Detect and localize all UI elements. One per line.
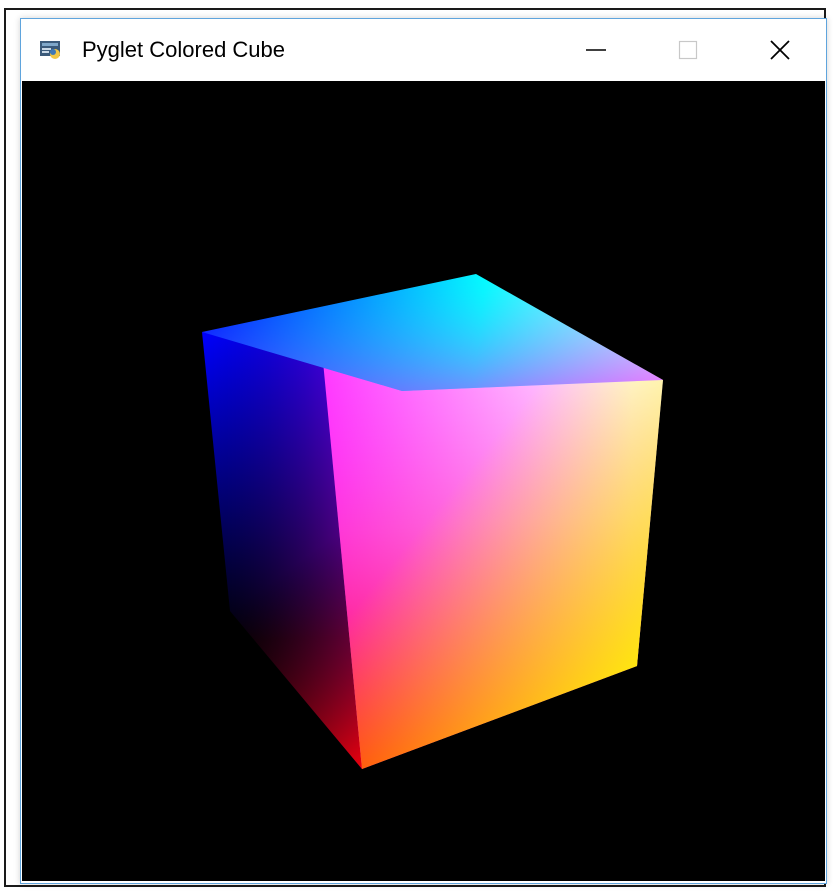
gl-viewport[interactable] [22, 81, 825, 881]
maximize-button[interactable] [642, 19, 734, 81]
colored-cube [202, 274, 663, 769]
cube-front-face-yellow [322, 351, 663, 769]
maximize-icon [678, 40, 698, 60]
minimize-icon [586, 49, 606, 51]
window-title: Pyglet Colored Cube [82, 37, 286, 62]
close-button[interactable] [734, 19, 826, 81]
python-app-icon [40, 41, 60, 59]
screenshot: Pyglet Colored Cube [0, 0, 833, 894]
minimize-button[interactable] [550, 19, 642, 81]
close-icon [770, 40, 790, 60]
title-bar[interactable]: Pyglet Colored Cube [21, 19, 826, 81]
app-window: Pyglet Colored Cube [20, 18, 827, 884]
cube-render [202, 274, 663, 769]
